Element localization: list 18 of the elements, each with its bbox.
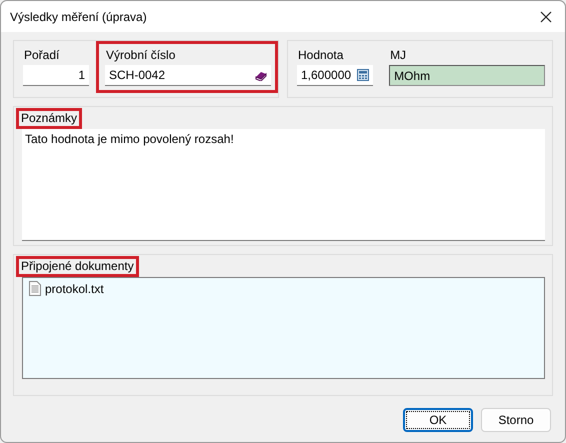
text-area[interactable]: Tato hodnota je mimo povolený rozsah!: [22, 129, 545, 241]
highlighted-label: Připojené dokumenty: [16, 256, 139, 277]
field-label: MJ: [389, 48, 408, 62]
field-label: Výrobní číslo: [105, 48, 176, 62]
input-field[interactable]: 1: [23, 65, 89, 86]
book-icon[interactable]: [255, 70, 267, 80]
dialog-button[interactable]: OK: [403, 408, 473, 432]
calculator-icon[interactable]: [357, 69, 370, 81]
readonly-field[interactable]: MOhm: [389, 65, 545, 86]
input-field[interactable]: SCH-0042: [105, 65, 271, 86]
file-item[interactable]: protokol.txt: [45, 282, 104, 296]
highlighted-label: Poznámky: [16, 108, 82, 129]
field-label: Pořadí: [23, 48, 60, 62]
input-field[interactable]: 1,600000: [297, 65, 374, 86]
dialog-button[interactable]: Storno: [481, 408, 551, 432]
field-label: Hodnota: [297, 48, 344, 62]
window-title: Výsledky měření (úprava): [10, 10, 147, 24]
document-icon: [29, 281, 41, 296]
